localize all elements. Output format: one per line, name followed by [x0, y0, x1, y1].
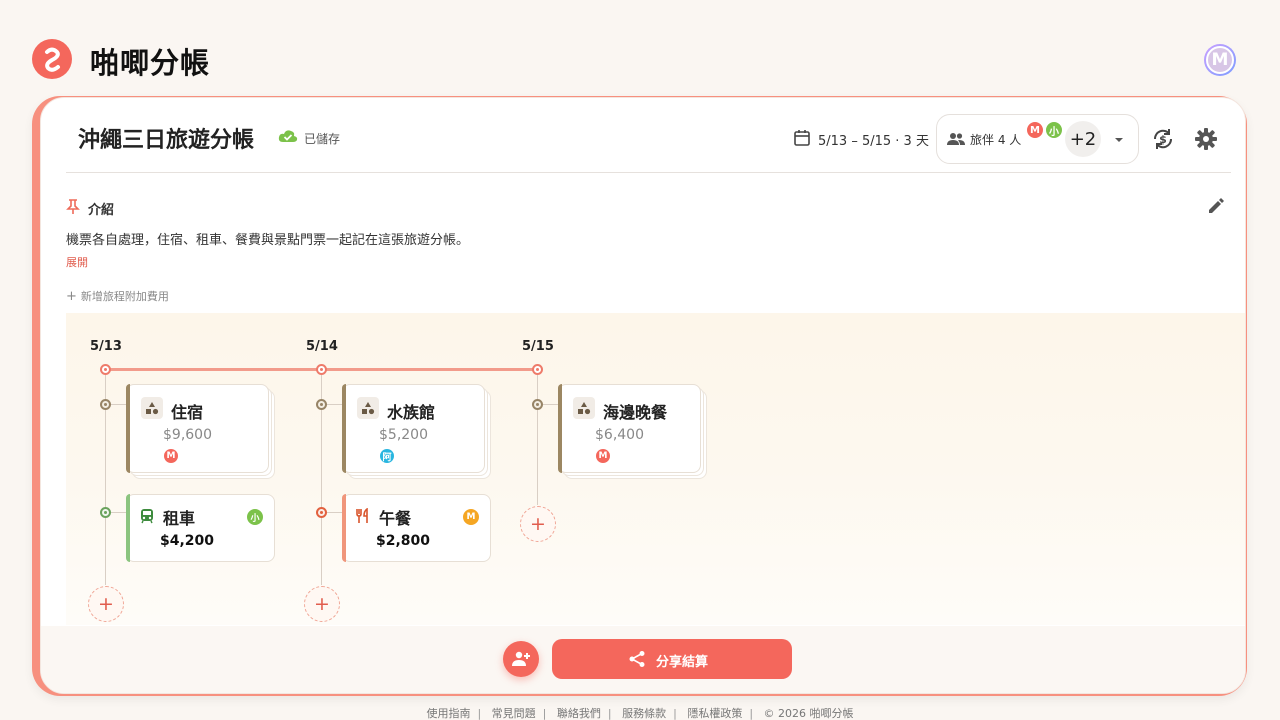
- share-settlement-button[interactable]: 分享結算: [552, 639, 792, 679]
- currency-exchange-icon[interactable]: $: [1151, 127, 1175, 151]
- expense-card[interactable]: 午餐 $2,800 M: [342, 494, 491, 562]
- payer-avatar: M: [462, 508, 480, 526]
- footer-link-privacy[interactable]: 隱私權政策: [687, 707, 742, 720]
- add-extra-label: 新增旅程附加費用: [80, 290, 169, 303]
- app-logo-icon[interactable]: [32, 39, 72, 79]
- day-marker: [100, 364, 111, 375]
- add-expense-button[interactable]: +: [88, 586, 124, 622]
- car-icon: [141, 509, 153, 524]
- companion-avatar: M: [1026, 121, 1044, 139]
- card-accent: [126, 384, 130, 473]
- footer-link-terms[interactable]: 服務條款: [622, 707, 666, 720]
- trip-card-body: 沖繩三日旅遊分帳 已儲存 5/13 – 5/15 · 3 天 旅伴 4 人 M …: [40, 97, 1246, 694]
- app-header: 啪唧分帳 M: [0, 0, 1280, 96]
- payer-avatar: 阿: [379, 448, 395, 464]
- chevron-down-icon: [1115, 138, 1123, 142]
- intro-text: 機票各自處理，住宿、租車、餐費與景點門票一起記在這張旅遊分帳。: [66, 233, 470, 248]
- footer-link-contact[interactable]: 聯絡我們: [557, 707, 601, 720]
- extra-companions-count: +2: [1065, 121, 1101, 157]
- companions-selector[interactable]: 旅伴 4 人 M 小 +2: [936, 114, 1139, 164]
- user-avatar-initial: M: [1206, 46, 1234, 74]
- day-marker: [532, 364, 543, 375]
- card-accent: [342, 384, 346, 473]
- group-name: 水族館: [387, 403, 436, 422]
- expense-group-card[interactable]: 住宿 $9,600 M: [126, 384, 269, 473]
- day-branch-line: [537, 375, 538, 505]
- trip-card: 沖繩三日旅遊分帳 已儲存 5/13 – 5/15 · 3 天 旅伴 4 人 M …: [32, 96, 1247, 696]
- expense-node: [100, 507, 111, 518]
- group-amount: $5,200: [379, 427, 428, 443]
- group-amount: $6,400: [595, 427, 644, 443]
- people-icon: [947, 133, 965, 145]
- share-icon: [629, 651, 645, 667]
- expense-amount: $4,200: [160, 533, 215, 549]
- add-member-button[interactable]: [503, 641, 539, 677]
- group-node: [316, 399, 327, 410]
- group-node: [532, 399, 543, 410]
- utensils-icon: [356, 508, 368, 523]
- gear-icon[interactable]: [1194, 127, 1218, 151]
- group-node: [100, 399, 111, 410]
- add-expense-button[interactable]: +: [304, 586, 340, 622]
- group-name: 海邊晚餐: [603, 403, 668, 422]
- expense-amount: $2,800: [376, 533, 431, 549]
- add-person-icon: [512, 651, 530, 666]
- footer-link-faq[interactable]: 常見問題: [492, 707, 536, 720]
- pin-icon: [66, 199, 80, 214]
- card-accent: [342, 494, 346, 562]
- header-divider: [66, 172, 1231, 173]
- app-title: 啪唧分帳: [90, 46, 211, 80]
- user-avatar[interactable]: M: [1204, 44, 1236, 76]
- expense-node: [316, 507, 327, 518]
- expense-group-card[interactable]: 水族館 $5,200 阿: [342, 384, 485, 473]
- payer-avatar: 小: [246, 508, 264, 526]
- svg-text:$: $: [1159, 133, 1167, 146]
- day-label: 5/14: [306, 339, 338, 354]
- itinerary-timeline: 5/13 5/14 5/15 住宿 $9,600 M 租車 $4,200 小 +…: [66, 313, 1245, 625]
- day-label: 5/13: [90, 339, 122, 354]
- group-amount: $9,600: [163, 427, 212, 443]
- payer-avatar: M: [163, 448, 179, 464]
- edit-pencil-icon[interactable]: [1207, 197, 1225, 215]
- saved-status: 已儲存: [304, 132, 341, 146]
- expense-group-card[interactable]: 海邊晚餐 $6,400 M: [558, 384, 701, 473]
- companions-label: 旅伴 4 人: [970, 133, 1022, 147]
- date-range[interactable]: 5/13 – 5/15 · 3 天: [818, 130, 929, 149]
- day-label: 5/15: [522, 339, 554, 354]
- day-marker: [316, 364, 327, 375]
- expand-link[interactable]: 展開: [66, 254, 88, 270]
- category-shapes-icon: [573, 397, 595, 419]
- category-shapes-icon: [141, 397, 163, 419]
- intro-label: 介紹: [88, 203, 115, 218]
- companion-avatar: 小: [1045, 121, 1063, 139]
- expense-name: 午餐: [379, 509, 412, 528]
- calendar-icon: [794, 130, 810, 146]
- payer-avatar: M: [595, 448, 611, 464]
- add-expense-button[interactable]: +: [520, 506, 556, 542]
- footer-link-guide[interactable]: 使用指南: [426, 707, 470, 720]
- site-footer: 使用指南 | 常見問題 | 聯絡我們 | 服務條款 | 隱私權政策 | © 2026 啪唧…: [426, 707, 854, 720]
- card-accent: [558, 384, 562, 473]
- plus-icon: +: [66, 289, 77, 304]
- expense-card[interactable]: 租車 $4,200 小: [126, 494, 275, 562]
- trip-title[interactable]: 沖繩三日旅遊分帳: [78, 122, 254, 154]
- cloud-check-icon: [278, 130, 298, 142]
- expense-name: 租車: [163, 509, 196, 528]
- group-name: 住宿: [171, 403, 204, 422]
- share-label: 分享結算: [656, 655, 709, 670]
- card-accent: [126, 494, 130, 562]
- add-extra-expense-button[interactable]: + 新增旅程附加費用: [66, 288, 169, 304]
- category-shapes-icon: [357, 397, 379, 419]
- footer-copyright: © 2026 啪唧分帳: [763, 707, 854, 720]
